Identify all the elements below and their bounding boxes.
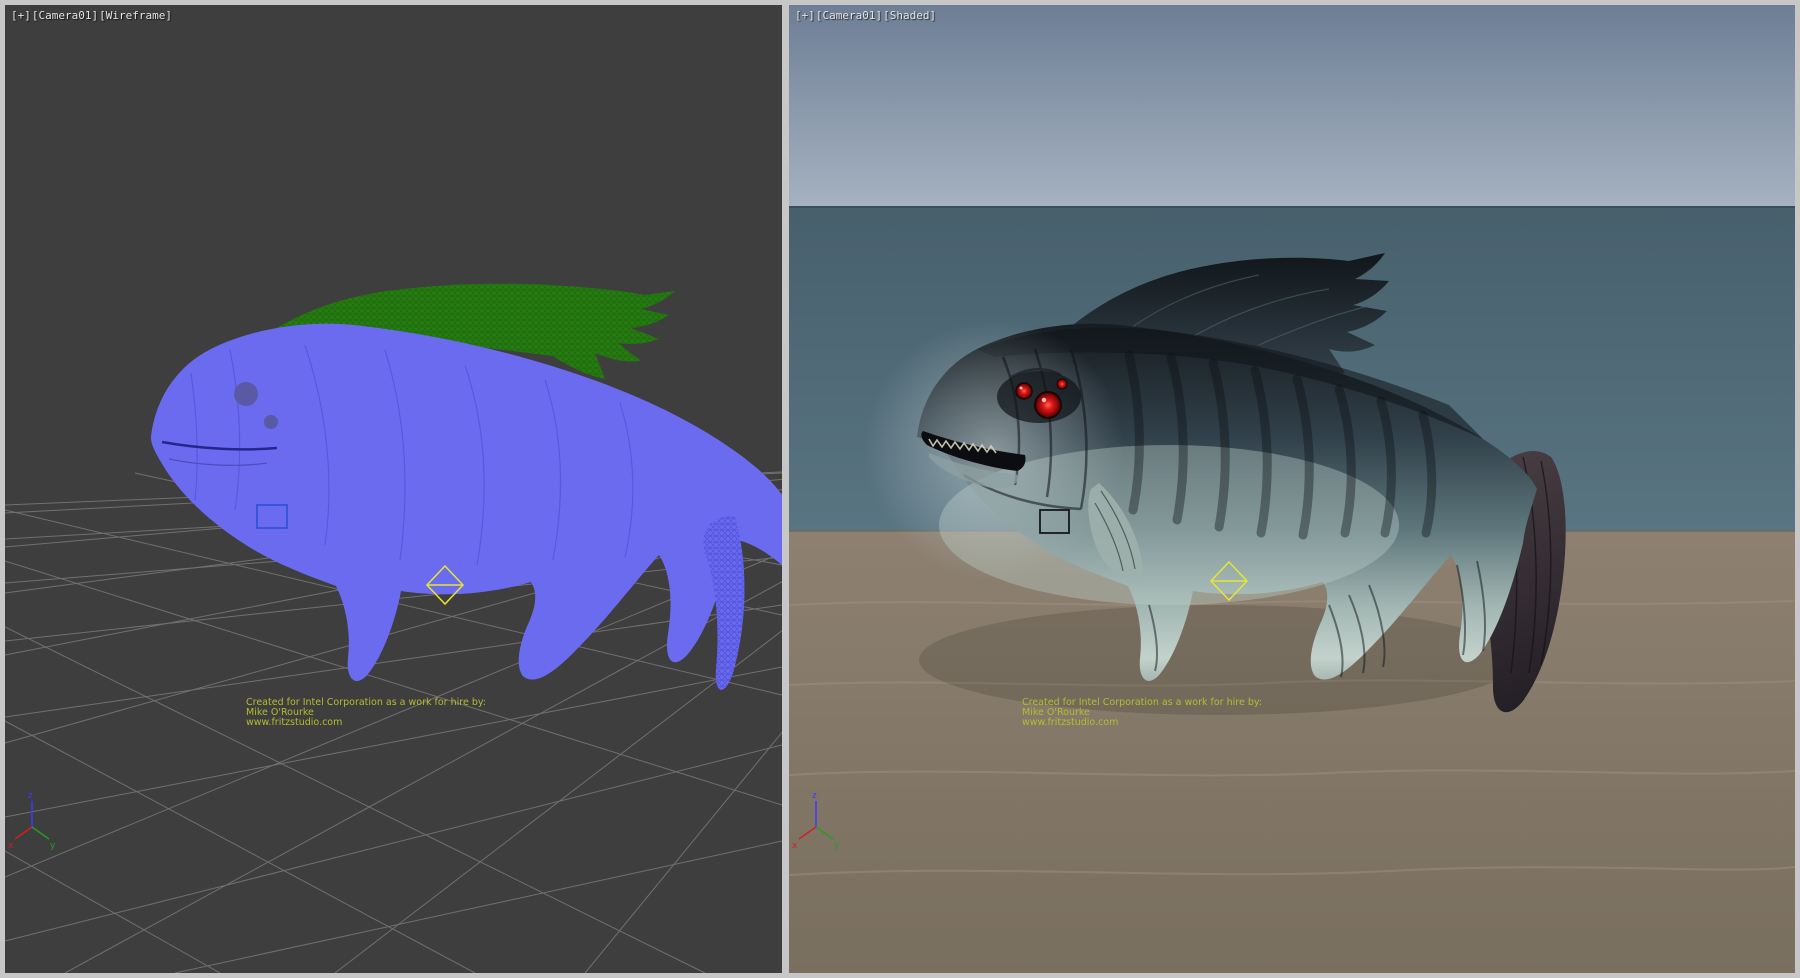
viewport-canvas-left[interactable]: Created for Intel Corporation as a work … (5, 5, 782, 973)
viewport-menu-pov[interactable]: [Camera01] (32, 9, 98, 22)
watermark: Created for Intel Corporation as a work … (246, 697, 486, 728)
sky (789, 5, 1795, 207)
viewport-label: [+][Camera01][Wireframe] (11, 9, 173, 22)
axis-label-x: x (8, 841, 14, 851)
eye-highlight (1020, 387, 1023, 390)
fish-eye-large (1035, 392, 1061, 418)
watermark-line3: www.fritzstudio.com (1022, 717, 1118, 728)
viewport-wireframe[interactable]: [+][Camera01][Wireframe] (5, 5, 782, 973)
fish-eye (234, 382, 258, 406)
fish-eye-small (264, 415, 278, 429)
axis-label-z: z (812, 791, 817, 801)
axis-label-x: x (792, 841, 798, 851)
fish-eye-medium (1016, 383, 1032, 399)
viewport-menu-pov[interactable]: [Camera01] (816, 9, 882, 22)
viewport-shaded[interactable]: [+][Camera01][Shaded] (789, 5, 1795, 973)
viewport-menu-shading[interactable]: [Shaded] (883, 9, 936, 22)
fish-eye-small (1057, 379, 1067, 389)
viewport-menu-shading[interactable]: [Wireframe] (99, 9, 172, 22)
axis-label-y: y (834, 841, 840, 851)
eye-highlight (1042, 398, 1046, 402)
sand (789, 531, 1795, 973)
axis-label-y: y (50, 841, 56, 851)
viewport-split: [+][Camera01][Wireframe] (0, 0, 1800, 978)
fish-body (151, 324, 782, 690)
viewport-label: [+][Camera01][Shaded] (795, 9, 937, 22)
viewport-menu-general[interactable]: [+] (795, 9, 815, 22)
axis-tripod: z x y (8, 791, 56, 851)
viewport-menu-general[interactable]: [+] (11, 9, 31, 22)
viewport-canvas-right[interactable]: Created for Intel Corporation as a work … (789, 5, 1795, 973)
axis-label-z: z (28, 791, 33, 801)
fish-model-wireframe[interactable] (151, 284, 782, 690)
watermark-line3: www.fritzstudio.com (246, 717, 342, 728)
